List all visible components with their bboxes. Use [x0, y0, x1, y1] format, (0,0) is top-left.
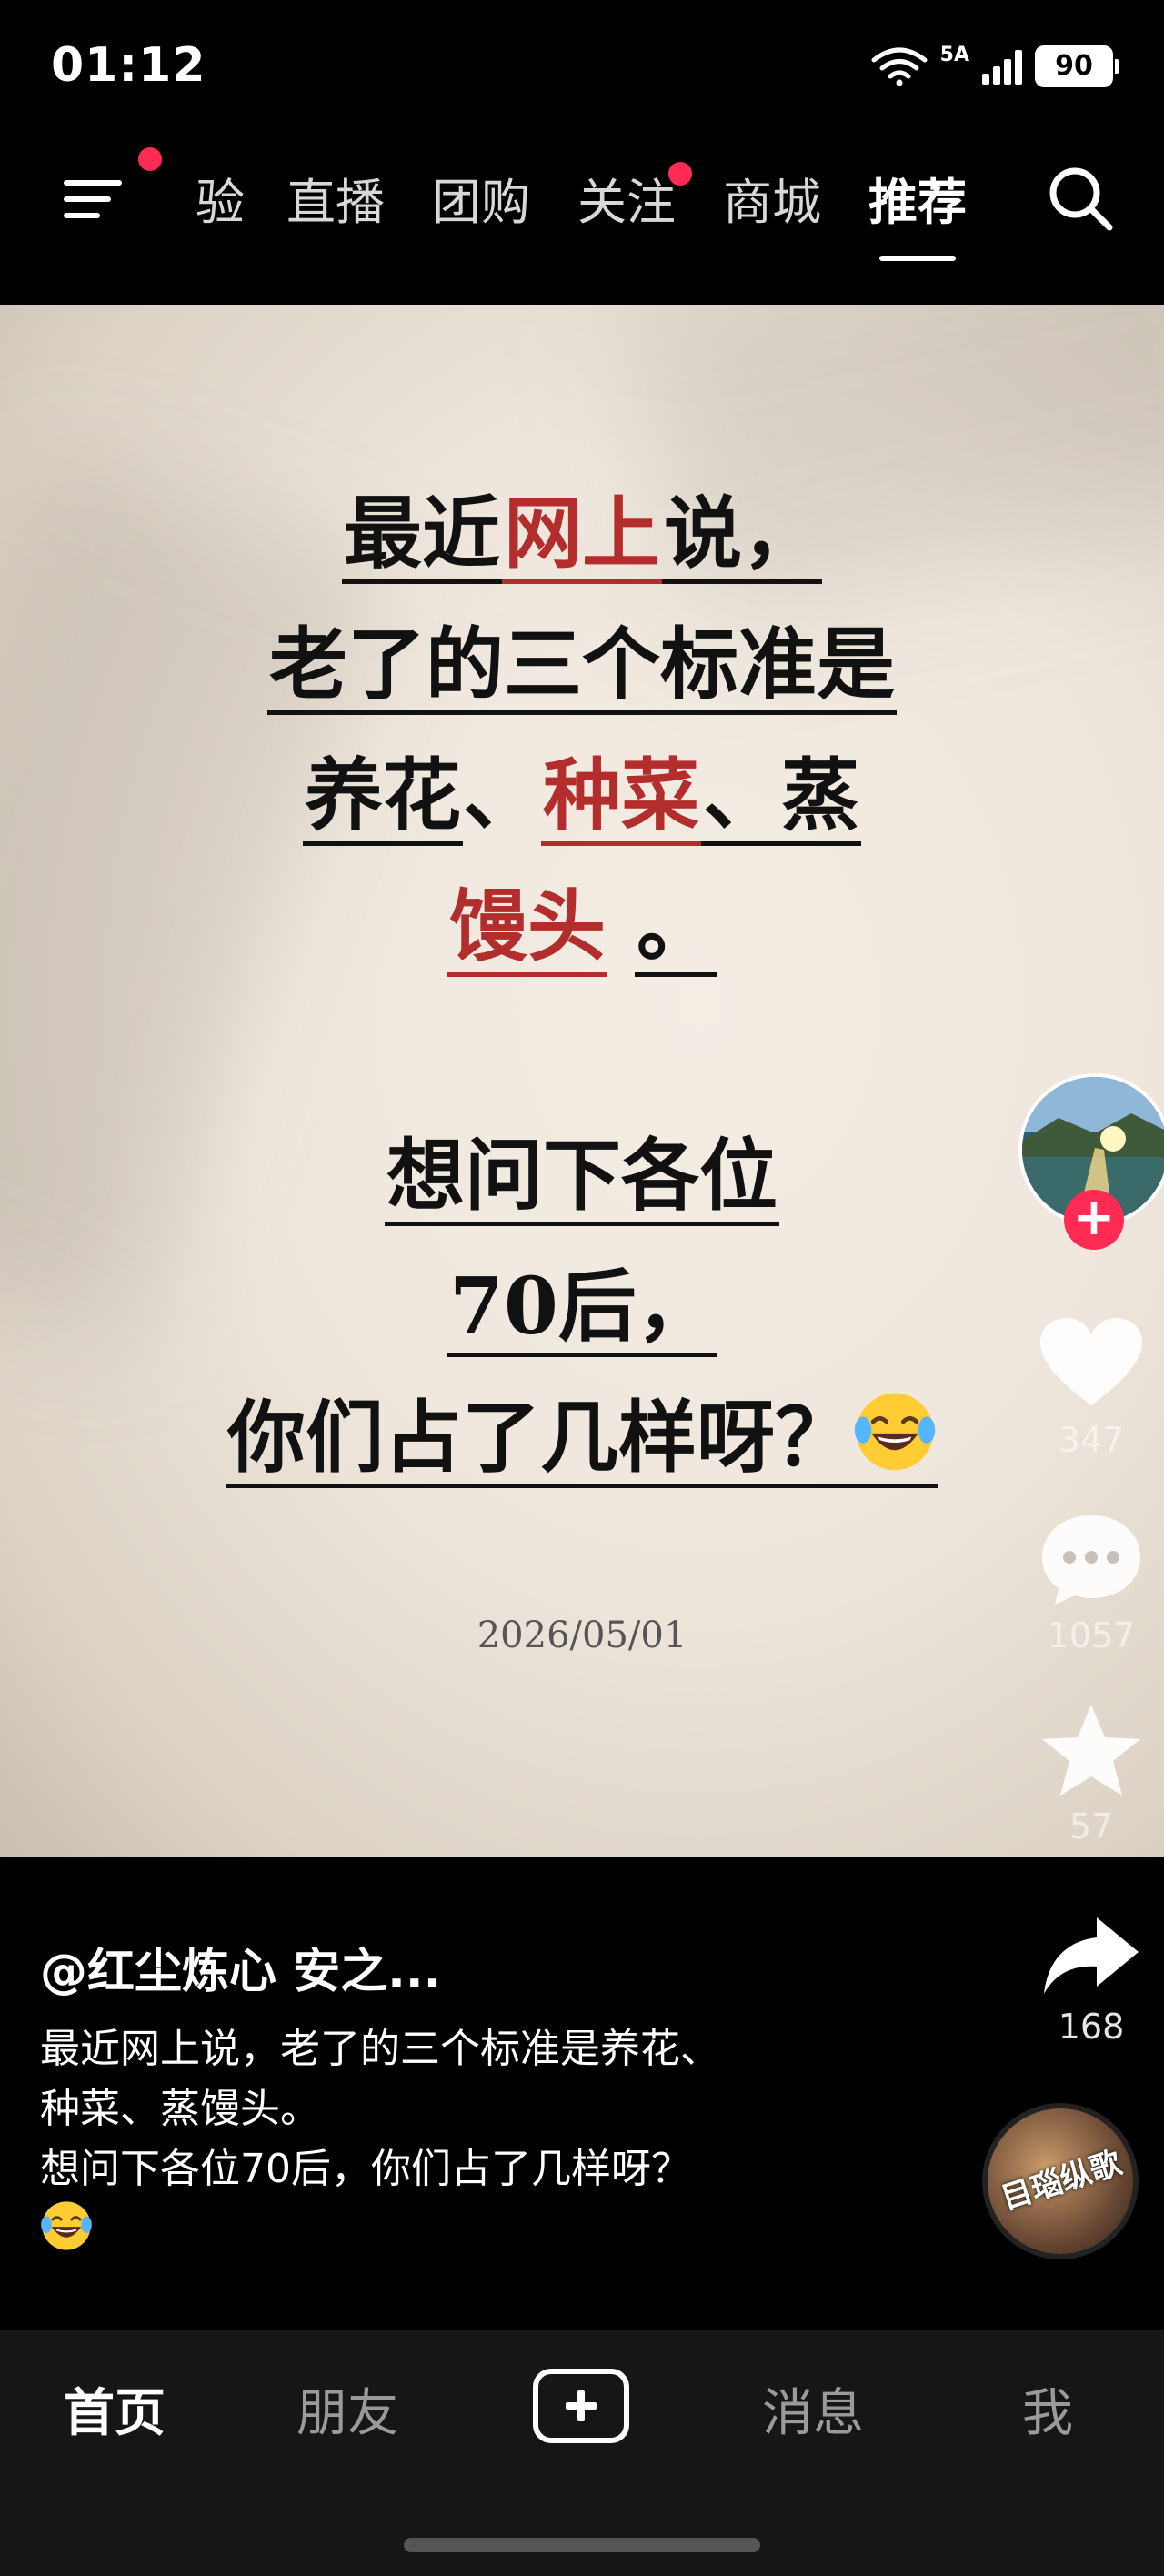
share-button[interactable]: 168 [1037, 1910, 1146, 2047]
comment-icon [1042, 1515, 1140, 1605]
poem-line-7: 你们占了几样呀？ [0, 1373, 1164, 1504]
music-disc[interactable]: 目瑙纵歌 [982, 2103, 1139, 2259]
network-type: 5A [939, 44, 969, 66]
create-post-button[interactable] [533, 2369, 629, 2443]
video-description[interactable]: 最近网上说，老了的三个标准是养花、 种菜、蒸馒头。 想问下各位70后，你们占了几… [40, 2019, 858, 2269]
status-bar: 01:12 5A 90 [0, 0, 1164, 136]
poem-line-2: 老了的三个标准是 [0, 599, 1164, 730]
description-line: 最近网上说，老了的三个标准是养花、 [40, 2026, 720, 2072]
menu-badge [138, 147, 162, 171]
tab-experience[interactable]: 验 [196, 162, 245, 234]
tab-following-label: 关注 [577, 174, 676, 231]
video-date: 2026/05/01 [477, 1615, 687, 1656]
video-caption: @红尘炼心 安之... 最近网上说，老了的三个标准是养花、 种菜、蒸馒头。 想问… [40, 1933, 858, 2269]
menu-icon[interactable] [64, 171, 129, 226]
tab-bar: 验 直播 团购 关注 商城 推荐 [196, 162, 967, 261]
tab-recommended[interactable]: 推荐 [868, 162, 967, 261]
poem-line-3: 养花、种菜、蒸 [0, 730, 1164, 861]
favorite-count: 57 [1069, 1806, 1114, 1846]
top-nav: 验 直播 团购 关注 商城 推荐 [0, 146, 1164, 273]
bottom-nav: 首页 朋友 消息 我 [0, 2330, 1164, 2576]
tab-group-buy[interactable]: 团购 [432, 162, 530, 234]
favorite-button[interactable]: 57 [1037, 1701, 1146, 1846]
poem-line-4: 馒头 。 [0, 861, 1164, 992]
author-name[interactable]: @红尘炼心 安之... [40, 1933, 858, 2001]
tab-live[interactable]: 直播 [286, 162, 385, 234]
battery-icon: 90 [1035, 45, 1119, 87]
video-player[interactable]: 最近网上说， 老了的三个标准是 养花、种菜、蒸 馒头 。 想问下各位 70后， … [0, 305, 1164, 1857]
like-count: 347 [1058, 1420, 1125, 1460]
laughing-tears-emoji-icon [854, 1393, 936, 1471]
laughing-tears-emoji-icon [41, 2201, 92, 2250]
search-icon[interactable] [1044, 162, 1117, 235]
star-icon [1042, 1705, 1140, 1796]
nav-messages[interactable]: 消息 [762, 2372, 864, 2446]
following-badge [668, 162, 692, 186]
description-line: 种菜、蒸馒头。 [40, 2086, 320, 2132]
nav-me[interactable]: 我 [1022, 2372, 1073, 2446]
nav-home[interactable]: 首页 [64, 2372, 166, 2446]
description-line: 想问下各位70后，你们占了几样呀？ [40, 2146, 691, 2192]
tab-mall[interactable]: 商城 [723, 162, 821, 234]
clock: 01:12 [51, 38, 206, 93]
tab-following[interactable]: 关注 [577, 162, 692, 234]
share-count: 168 [1058, 2007, 1125, 2047]
nav-friends[interactable]: 朋友 [296, 2372, 398, 2446]
signal-icon [982, 48, 1022, 85]
like-button[interactable]: 347 [1037, 1314, 1146, 1460]
follow-button[interactable]: + [1064, 1190, 1124, 1250]
poem-line-6: 70后， [0, 1242, 1164, 1373]
status-icons: 5A 90 [871, 44, 1119, 87]
wifi-icon [871, 47, 928, 86]
home-indicator[interactable] [404, 2538, 760, 2552]
comment-button[interactable]: 1057 [1037, 1510, 1146, 1655]
comment-count: 1057 [1047, 1615, 1136, 1655]
heart-icon [1040, 1318, 1142, 1405]
poem-line-1: 最近网上说， [0, 468, 1164, 599]
music-label: 目瑙纵歌 [997, 2144, 1126, 2218]
share-icon [1044, 1917, 1139, 1994]
video-text: 最近网上说， 老了的三个标准是 养花、种菜、蒸 馒头 。 想问下各位 70后， … [0, 468, 1164, 1504]
poem-line-5: 想问下各位 [0, 1111, 1164, 1242]
